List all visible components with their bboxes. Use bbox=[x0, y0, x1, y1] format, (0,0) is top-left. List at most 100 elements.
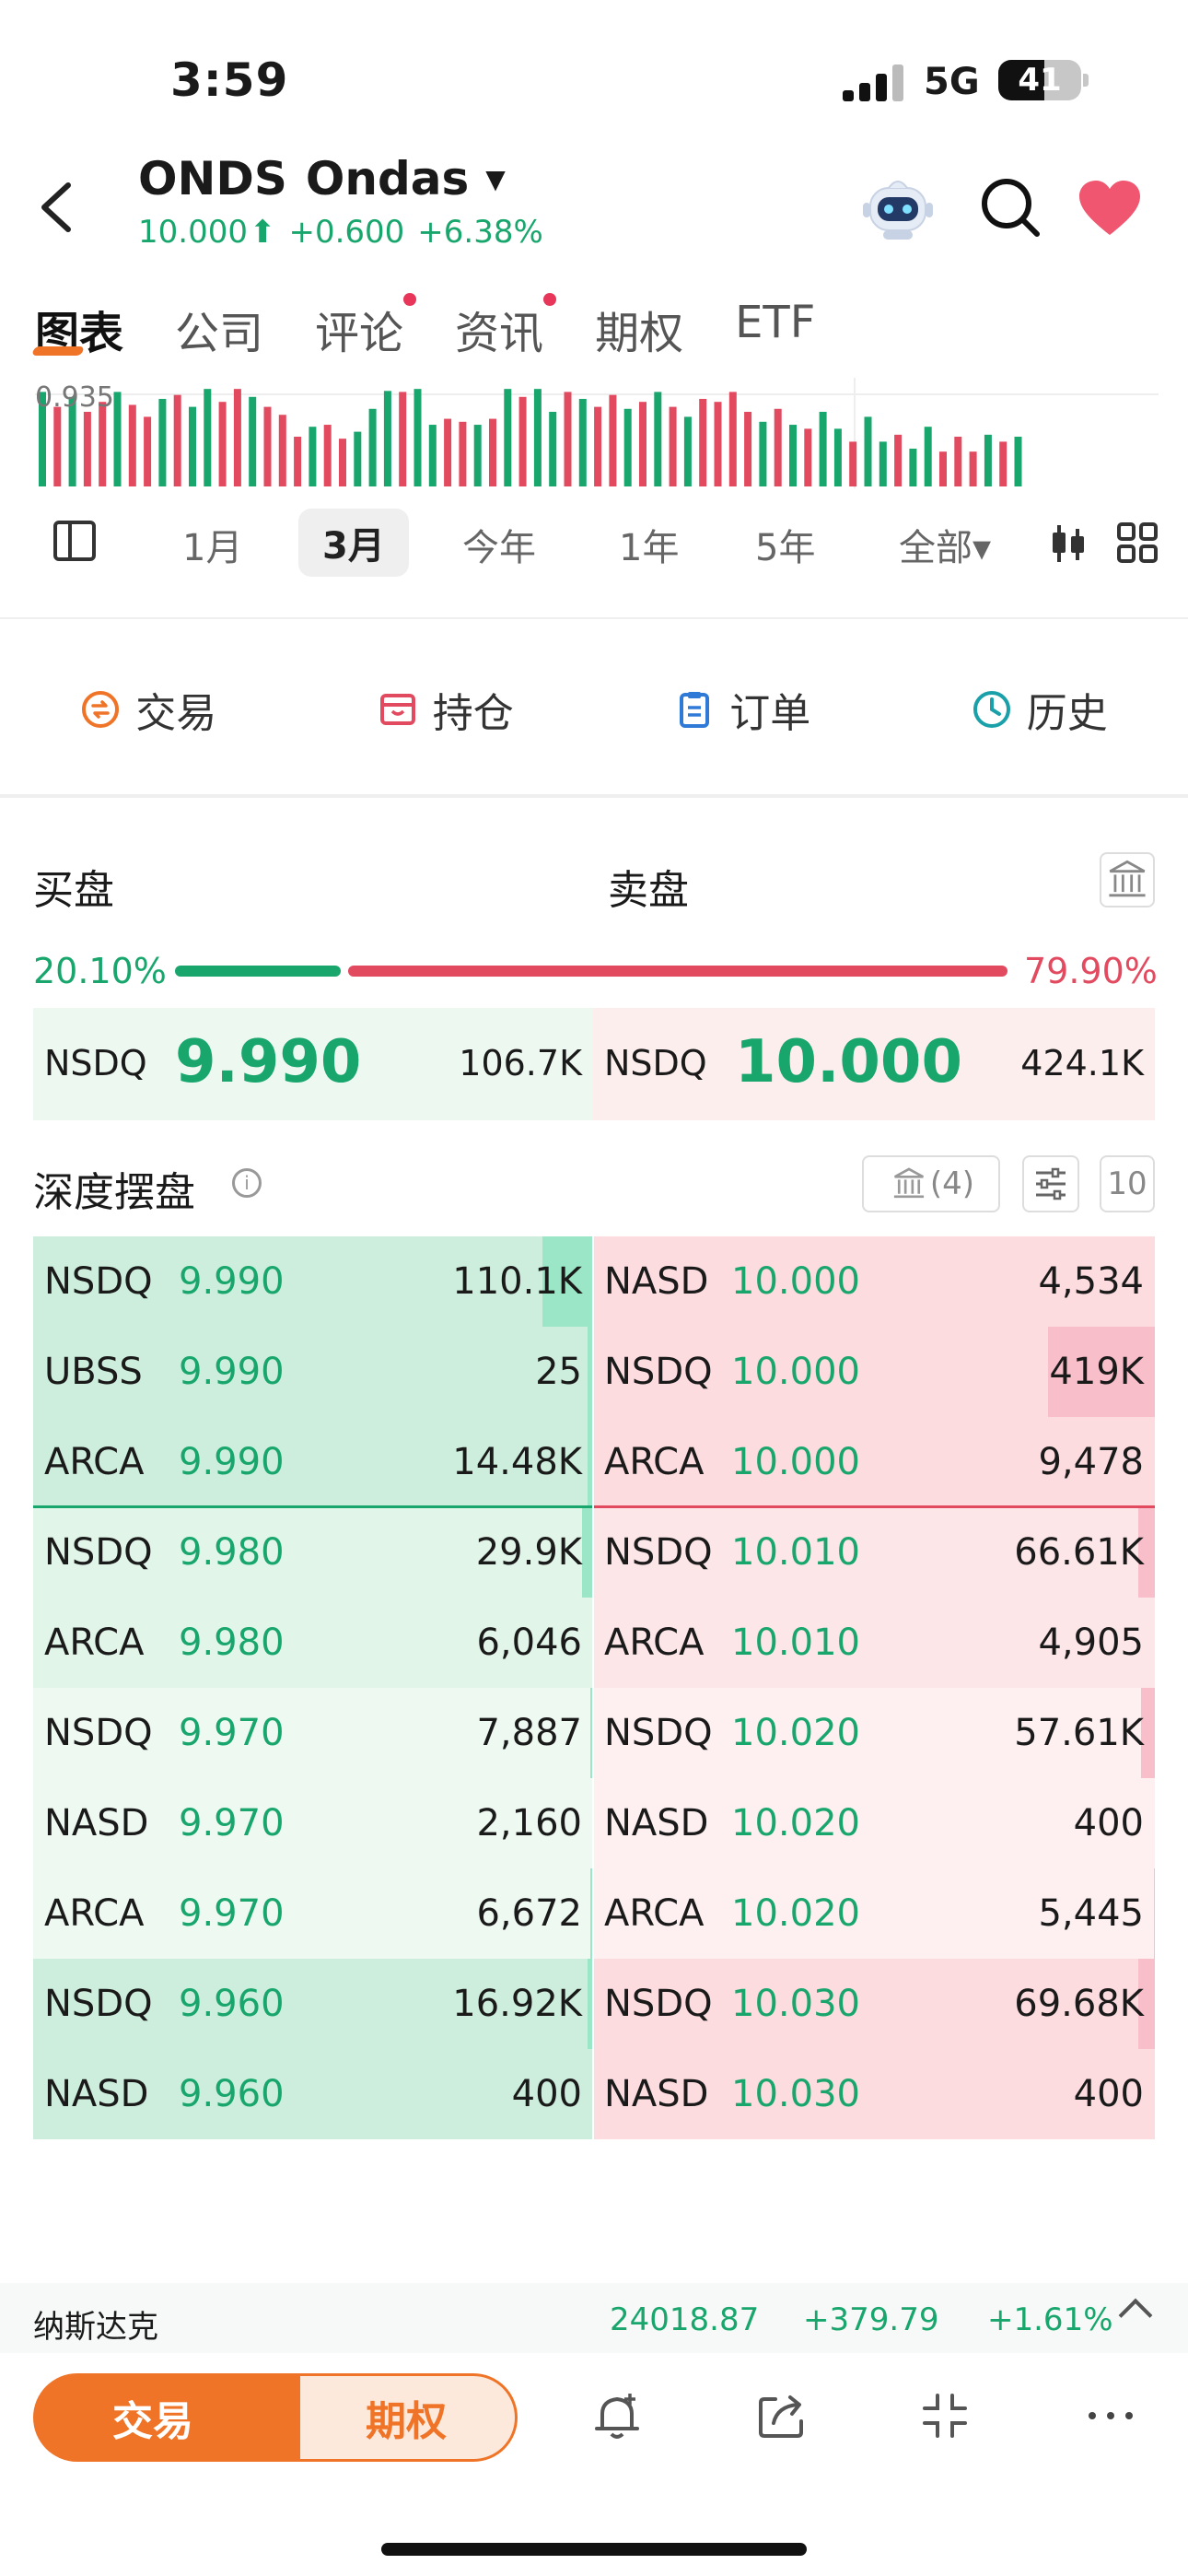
bid-size: 14.48K bbox=[452, 1441, 582, 1483]
history-label: 历史 bbox=[1026, 690, 1108, 737]
best-ask-exchange: NSDQ bbox=[604, 1043, 707, 1083]
divider bbox=[0, 617, 1188, 619]
ask-exchange: ARCA bbox=[604, 1892, 705, 1935]
ask-price: 10.020 bbox=[731, 1892, 860, 1935]
volume-bar bbox=[399, 392, 407, 486]
ask-price: 10.030 bbox=[731, 1983, 860, 2025]
depth-levels-button[interactable]: 10 bbox=[1100, 1155, 1155, 1212]
bid-exchange: NASD bbox=[44, 2073, 149, 2115]
volume-bar bbox=[909, 448, 917, 486]
ask-depth-row[interactable]: ARCA 10.000 9,478 bbox=[593, 1417, 1155, 1507]
bid-depth-row[interactable]: ARCA 9.970 6,672 bbox=[33, 1868, 593, 1959]
candlestick-icon[interactable] bbox=[1050, 523, 1087, 564]
ask-depth-row[interactable]: ARCA 10.010 4,905 bbox=[593, 1598, 1155, 1688]
bid-exchange: NSDQ bbox=[44, 1983, 153, 2025]
bid-depth-row[interactable]: NASD 9.970 2,160 bbox=[33, 1778, 593, 1868]
grid-layout-icon[interactable] bbox=[1116, 521, 1159, 564]
ask-price: 10.000 bbox=[731, 1260, 860, 1303]
tab-4[interactable]: 期权 bbox=[595, 297, 683, 361]
volume-bar bbox=[444, 418, 452, 486]
bid-size: 25 bbox=[535, 1351, 582, 1393]
options-button[interactable]: 期权 bbox=[267, 2373, 518, 2462]
volume-bar bbox=[699, 398, 707, 486]
cellular-signal-icon bbox=[843, 64, 903, 101]
watchlist-heart-icon[interactable] bbox=[1077, 180, 1142, 237]
volume-bar bbox=[158, 398, 167, 486]
size-bar bbox=[1154, 1868, 1155, 1959]
bank-icon[interactable] bbox=[1100, 852, 1155, 907]
share-icon[interactable] bbox=[753, 2388, 809, 2443]
tab-5[interactable]: ETF bbox=[735, 297, 815, 361]
ask-exchange: ARCA bbox=[604, 1622, 705, 1664]
trade-action[interactable]: 交易 bbox=[80, 680, 216, 739]
volume-bar bbox=[383, 391, 391, 486]
ask-depth-row[interactable]: NSDQ 10.030 69.68K bbox=[593, 1959, 1155, 2049]
tab-2[interactable]: 评论 bbox=[315, 293, 417, 361]
ask-exchange: NSDQ bbox=[604, 1712, 713, 1754]
position-icon bbox=[379, 694, 415, 725]
bid-size: 6,046 bbox=[476, 1622, 582, 1664]
ai-assistant-robot-icon[interactable] bbox=[861, 175, 935, 241]
ask-depth-row[interactable]: NASD 10.000 4,534 bbox=[593, 1236, 1155, 1327]
volume-bar bbox=[504, 389, 512, 486]
order-action[interactable]: 订单 bbox=[674, 680, 810, 739]
price-alert-bell-icon[interactable] bbox=[589, 2388, 645, 2443]
bid-exchange: ARCA bbox=[44, 1441, 145, 1483]
bid-depth-row[interactable]: ARCA 9.990 14.48K bbox=[33, 1417, 593, 1507]
volume-bar bbox=[578, 398, 587, 486]
tab-3[interactable]: 资讯 bbox=[455, 293, 557, 361]
depth-title: 深度摆盘 bbox=[33, 1169, 195, 1216]
volume-bar bbox=[339, 439, 346, 486]
bid-size: 7,887 bbox=[476, 1712, 582, 1754]
bid-depth-row[interactable]: NASD 9.960 400 bbox=[33, 2049, 593, 2139]
stock-title[interactable]: ONDS Ondas ▼ bbox=[138, 152, 506, 205]
tab-1[interactable]: 公司 bbox=[175, 297, 263, 361]
volume-bar bbox=[368, 408, 377, 486]
position-action[interactable]: 持仓 bbox=[378, 680, 514, 739]
period-selector: 1月 3月 今年 1年 5年 全部▾ bbox=[0, 509, 1188, 577]
index-change-percent: +1.61% bbox=[987, 2301, 1113, 2338]
back-arrow-icon[interactable] bbox=[33, 180, 79, 235]
bid-size: 400 bbox=[511, 2073, 582, 2115]
volume-bar bbox=[728, 392, 737, 486]
action-bar: 交易 持仓 订单 历史 bbox=[0, 663, 1188, 755]
ask-size: 5,445 bbox=[1038, 1892, 1144, 1935]
bid-depth-row[interactable]: NSDQ 9.990 110.1K bbox=[33, 1236, 593, 1327]
exchange-filter-button[interactable]: (4) bbox=[862, 1155, 1000, 1212]
depth-settings-button[interactable] bbox=[1022, 1155, 1079, 1212]
period-1[interactable]: 3月 bbox=[298, 509, 409, 577]
volume-bar bbox=[294, 437, 302, 486]
options-label: 期权 bbox=[366, 2398, 447, 2445]
period-3[interactable]: 1年 bbox=[619, 518, 679, 571]
bid-exchange: ARCA bbox=[44, 1892, 145, 1935]
history-action[interactable]: 历史 bbox=[972, 680, 1108, 739]
info-icon[interactable]: i bbox=[232, 1168, 262, 1198]
ask-ratio-bar bbox=[348, 966, 1007, 977]
ask-depth-row[interactable]: NSDQ 10.000 419K bbox=[593, 1327, 1155, 1417]
search-icon[interactable] bbox=[978, 175, 1042, 240]
bid-depth-row[interactable]: NSDQ 9.960 16.92K bbox=[33, 1959, 593, 2049]
period-0[interactable]: 1月 bbox=[182, 518, 242, 571]
period-5[interactable]: 全部▾ bbox=[899, 518, 991, 571]
ask-depth-row[interactable]: NASD 10.020 400 bbox=[593, 1778, 1155, 1868]
ask-depth-row[interactable]: NASD 10.030 400 bbox=[593, 2049, 1155, 2139]
section-tabs: 图表 公司 评论 资讯 期权 ETF bbox=[35, 293, 867, 361]
trade-button[interactable]: 交易 bbox=[33, 2373, 300, 2462]
more-options-icon[interactable] bbox=[1083, 2388, 1138, 2443]
index-ticker[interactable]: 纳斯达克 24018.87 +379.79 +1.61% bbox=[0, 2283, 1188, 2353]
ask-depth-row[interactable]: ARCA 10.020 5,445 bbox=[593, 1868, 1155, 1959]
collapse-fullscreen-icon[interactable] bbox=[917, 2388, 973, 2443]
period-4[interactable]: 5年 bbox=[755, 518, 815, 571]
period-2[interactable]: 今年 bbox=[462, 518, 536, 571]
bid-depth-row[interactable]: NSDQ 9.970 7,887 bbox=[33, 1688, 593, 1778]
volume-bar bbox=[623, 408, 632, 486]
ask-depth-row[interactable]: NSDQ 10.020 57.61K bbox=[593, 1688, 1155, 1778]
volume-bar bbox=[669, 406, 677, 486]
bid-depth-row[interactable]: UBSS 9.990 25 bbox=[33, 1327, 593, 1417]
ask-depth-row[interactable]: NSDQ 10.010 66.61K bbox=[593, 1507, 1155, 1598]
volume-chart[interactable] bbox=[35, 378, 1159, 488]
volume-bar bbox=[128, 404, 136, 486]
bid-depth-row[interactable]: ARCA 9.980 6,046 bbox=[33, 1598, 593, 1688]
bid-depth-row[interactable]: NSDQ 9.980 29.9K bbox=[33, 1507, 593, 1598]
chevron-up-icon[interactable] bbox=[1118, 2298, 1153, 2333]
